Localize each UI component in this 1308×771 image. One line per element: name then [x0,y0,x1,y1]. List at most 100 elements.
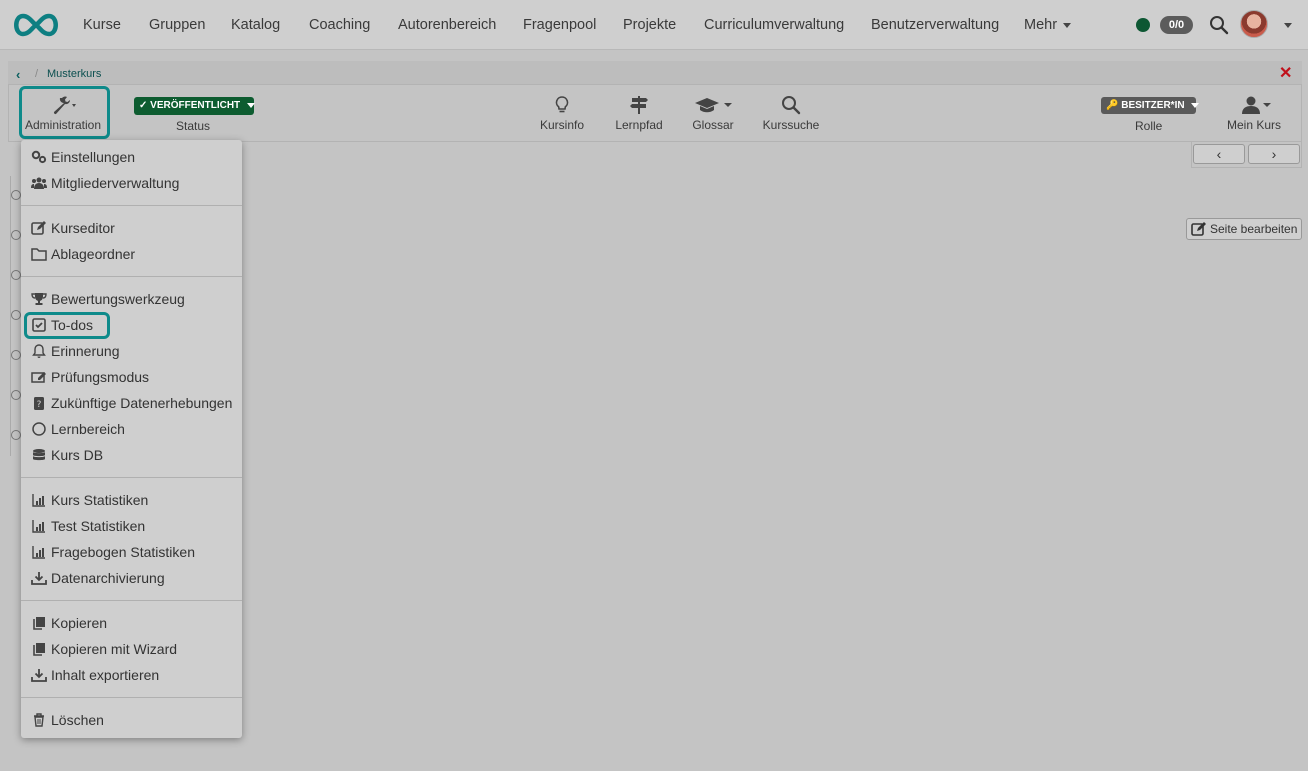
administration-menu: Einstellungen Mitgliederverwaltung Kurse… [21,140,242,738]
outline-node-icon[interactable] [11,430,21,440]
nav-curriculumverwaltung[interactable]: Curriculumverwaltung [704,17,844,33]
outline-node-icon[interactable] [11,310,21,320]
edit-icon [1191,222,1206,236]
menu-mitgliederverwaltung[interactable]: Mitgliederverwaltung [21,171,242,195]
nav-mehr-label: Mehr [1024,17,1058,33]
users-icon [31,177,47,189]
edit-icon [31,221,46,235]
mein-kurs-button[interactable]: Mein Kurs [1222,95,1286,132]
edit-page-label: Seite bearbeiten [1210,222,1298,236]
chevron-down-icon [1063,22,1072,28]
menu-zukuenftige-datenerhebungen[interactable]: ? Zukünftige Datenerhebungen [21,391,242,415]
menu-bewertungswerkzeug[interactable]: Bewertungswerkzeug [21,287,242,311]
bar-chart-icon [32,494,45,507]
outline-node-icon[interactable] [11,190,21,200]
copy-icon [33,617,45,630]
menu-kopieren[interactable]: Kopieren [21,611,242,635]
administration-highlight [19,86,110,139]
chevron-left-icon: ‹ [1216,146,1222,162]
edit-page-button[interactable]: Seite bearbeiten [1186,218,1302,240]
download-icon [31,572,47,585]
outline-node-icon[interactable] [11,390,21,400]
lernpfad-button[interactable]: Lernpfad [611,95,667,132]
menu-kopieren-mit-wizard[interactable]: Kopieren mit Wizard [21,637,242,661]
menu-inhalt-exportieren[interactable]: Inhalt exportieren [21,663,242,687]
outline-node-icon[interactable] [11,230,21,240]
next-button[interactable]: › [1248,144,1300,164]
menu-label: Bewertungswerkzeug [51,291,185,307]
menu-label: Inhalt exportieren [51,667,160,683]
menu-fragebogen-statistiken[interactable]: Fragebogen Statistiken [21,540,242,564]
chevron-down-icon[interactable] [1284,23,1292,28]
menu-kurs-db[interactable]: Kurs DB [21,443,242,467]
search-icon[interactable] [1209,15,1229,35]
menu-label: Lernbereich [51,421,125,437]
menu-kurs-statistiken[interactable]: Kurs Statistiken [21,488,242,512]
clipboard-question-icon: ? [34,397,44,410]
menu-datenarchivierung[interactable]: Datenarchivierung [21,566,242,590]
gears-icon [31,150,47,164]
menu-divider [21,477,242,478]
menu-label: Prüfungsmodus [51,369,150,385]
nav-gruppen[interactable]: Gruppen [149,17,205,33]
glossar-button[interactable]: Glossar [688,95,738,132]
menu-pruefungsmodus[interactable]: Prüfungsmodus [21,365,242,389]
back-chevron-icon[interactable]: ‹ [16,67,20,82]
avatar[interactable] [1240,10,1268,38]
menu-lernbereich[interactable]: Lernbereich [21,417,242,441]
nav-kurse[interactable]: Kurse [83,17,121,33]
top-navigation: Kurse Gruppen Katalog Coaching Autorenbe… [0,0,1308,50]
folder-icon [31,248,47,261]
role-dropdown[interactable]: 🔑 BESITZER*IN [1101,97,1200,114]
download-icon [31,669,47,682]
menu-erinnerung[interactable]: Erinnerung [21,339,242,363]
menu-loeschen[interactable]: Löschen [21,708,242,732]
close-icon[interactable]: ✕ [1279,66,1292,82]
menu-label: Kopieren mit Wizard [51,641,178,657]
graduation-cap-icon [695,98,732,113]
lernpfad-label: Lernpfad [615,118,663,132]
menu-divider [21,697,242,698]
menu-label: Kopieren [51,615,108,631]
nav-fragenpool[interactable]: Fragenpool [523,17,596,33]
search-icon [782,96,801,115]
menu-einstellungen[interactable]: Einstellungen [21,145,242,169]
lightbulb-icon [555,96,569,113]
kurssuche-button[interactable]: Kurssuche [760,95,822,132]
bar-chart-icon [32,546,45,559]
breadcrumb-separator: / [35,68,39,80]
nav-mehr[interactable]: Mehr [1024,17,1072,33]
kursinfo-button[interactable]: Kursinfo [536,95,588,132]
menu-label: Datenarchivierung [51,570,165,586]
status-pill-label: VERÖFFENTLICHT [150,100,241,111]
glossar-label: Glossar [692,118,734,132]
count-badge[interactable]: 0/0 [1160,16,1193,34]
outline-node-icon[interactable] [11,350,21,360]
openolat-logo-icon[interactable] [10,12,62,38]
trophy-icon [31,293,47,305]
breadcrumb-course[interactable]: Musterkurs [47,68,101,80]
menu-divider [21,276,242,277]
nav-benutzerverwaltung[interactable]: Benutzerverwaltung [871,17,999,33]
nav-katalog[interactable]: Katalog [231,17,280,33]
menu-label: Test Statistiken [51,518,146,534]
status-dropdown[interactable]: ✓ VERÖFFENTLICHT [134,97,255,115]
key-icon: 🔑 [1106,100,1119,111]
previous-button[interactable]: ‹ [1193,144,1245,164]
menu-ablageordner[interactable]: Ablageordner [21,242,242,266]
menu-test-statistiken[interactable]: Test Statistiken [21,514,242,538]
nav-autorenbereich[interactable]: Autorenbereich [398,17,496,33]
mein-kurs-label: Mein Kurs [1226,118,1282,132]
copy-icon [33,643,45,656]
chevron-down-icon [1191,102,1200,108]
outline-node-icon[interactable] [11,270,21,280]
menu-kurseditor[interactable]: Kurseditor [21,216,242,240]
signpost-icon [630,96,648,114]
menu-label: Einstellungen [51,149,136,165]
user-icon [1242,96,1271,114]
menu-label: Mitgliederverwaltung [51,175,180,191]
nav-projekte[interactable]: Projekte [623,17,676,33]
svg-text:?: ? [37,400,42,410]
online-status-icon[interactable] [1136,18,1150,32]
nav-coaching[interactable]: Coaching [309,17,370,33]
